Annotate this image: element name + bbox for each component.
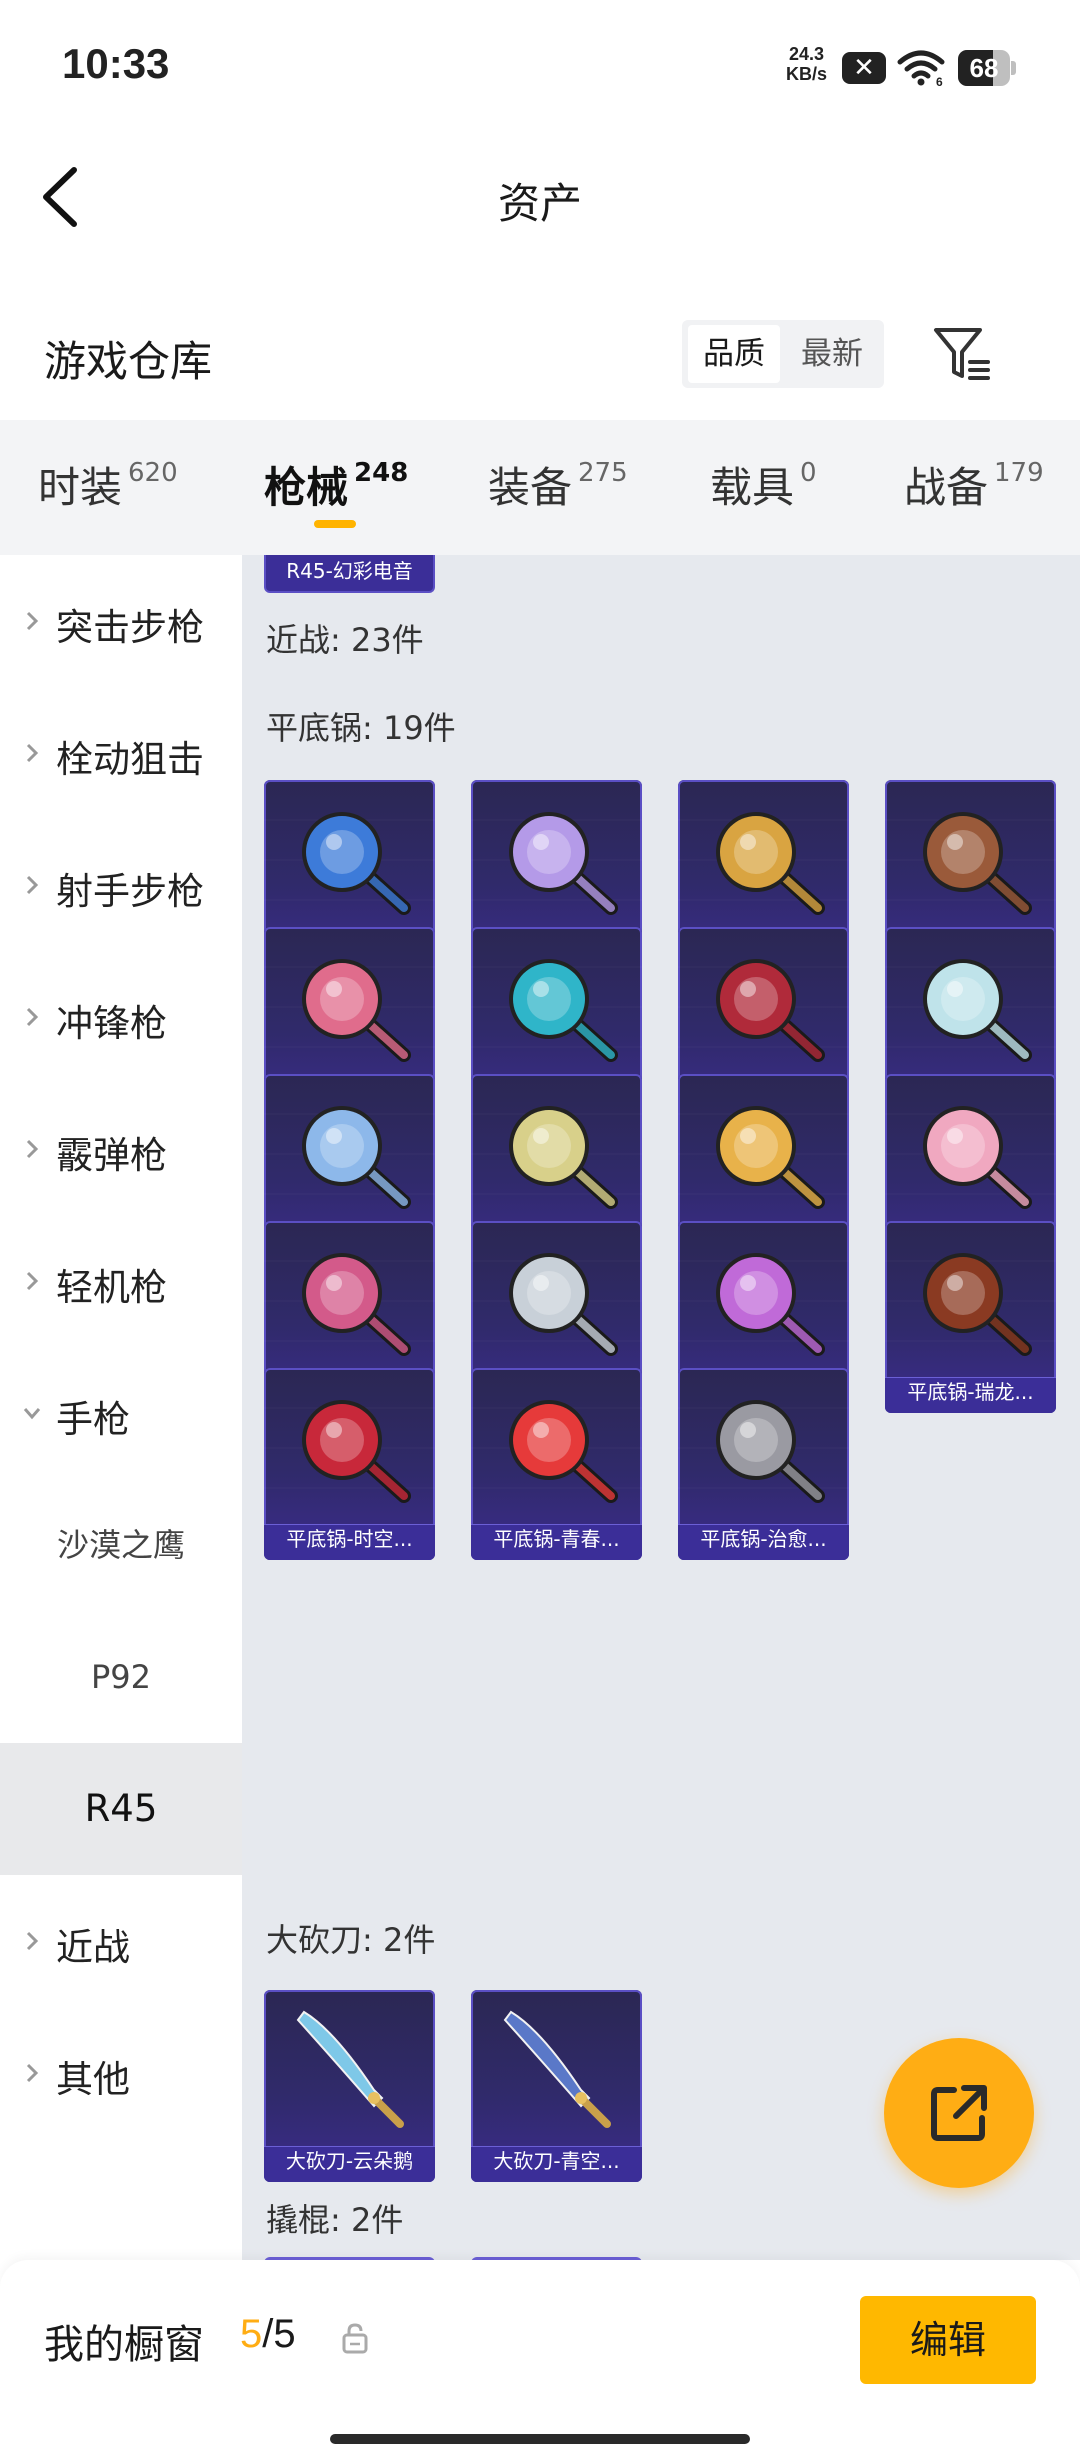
frying-pan-icon [471,1400,642,1503]
lock-icon [342,2323,368,2354]
sidebar-item-bolt-sniper[interactable]: 栓动狙击 [0,687,242,819]
chevron-right-icon [26,611,39,631]
battery-level: 68 [969,53,999,83]
category-header-crowbar: 撬棍: 2件 [266,2201,404,2239]
frying-pan-icon [264,1106,435,1209]
tab-supplies[interactable]: 战备 179 [904,454,1044,514]
status-time: 10:33 [62,40,170,87]
chevron-right-icon [26,875,39,895]
page-title: 资产 [497,179,582,228]
sidebar-subitem-desert-eagle[interactable]: 沙漠之鹰 [0,1479,242,1611]
edit-button[interactable]: 编辑 [860,2296,1036,2384]
chevron-right-icon [26,2063,39,2083]
network-speed-unit: KB/s [786,64,828,84]
showcase-label: 我的橱窗 [44,2322,204,2368]
sidebar-item-other[interactable]: 其他 [0,2007,242,2139]
item-card-label: 平底锅-青春... [493,1527,620,1551]
frying-pan-icon [264,812,435,915]
sort-newest-button[interactable]: 最新 [786,325,878,383]
frying-pan-icon [678,1400,849,1503]
item-card-label: 平底锅-时空... [286,1527,413,1551]
item-card-pan[interactable]: 平底锅-瑞龙... [885,1221,1056,1413]
sidebar-subitem-r45[interactable]: R45 [0,1743,242,1875]
frying-pan-icon [885,1253,1056,1356]
frying-pan-icon [678,812,849,915]
svg-text:6: 6 [936,75,943,88]
wifi-icon: 6 [897,50,945,88]
battery-icon: 68 [958,50,1016,86]
tab-fashion[interactable]: 时装 620 [38,454,178,514]
bottom-bar: 我的橱窗 5/5 编辑 [0,2260,1080,2460]
sidebar-item-marksman-rifle[interactable]: 射手步枪 [0,819,242,951]
close-notification-icon: ✕ [842,52,886,84]
category-header-machete: 大砍刀: 2件 [266,1921,436,1959]
machete-icon [296,2010,404,2128]
category-header-pan: 平底锅: 19件 [266,709,456,747]
frying-pan-icon [885,812,1056,915]
item-card-pan[interactable]: 平底锅-青春... [471,1368,642,1560]
frying-pan-icon [471,812,642,915]
item-card-label: 平底锅-治愈... [700,1527,827,1551]
home-indicator[interactable] [330,2434,750,2444]
tab-vehicles[interactable]: 载具 0 [710,454,817,514]
frying-pan-icon [471,1106,642,1209]
chevron-right-icon [26,1931,39,1951]
frying-pan-icon [678,1253,849,1356]
item-card-pan[interactable]: 平底锅-治愈... [678,1368,849,1560]
frying-pan-icon [678,1106,849,1209]
active-tab-indicator [314,520,356,528]
frying-pan-icon [264,1253,435,1356]
sidebar-item-shotgun[interactable]: 霰弹枪 [0,1083,242,1215]
frying-pan-icon [678,959,849,1062]
item-card-label: 大砍刀-云朵鹅 [285,2149,414,2173]
sort-toggle: 品质 最新 [682,320,884,388]
tab-guns[interactable]: 枪械 248 [264,454,408,514]
showcase-count: 5/5 [240,2312,296,2356]
chevron-down-icon [23,1408,41,1420]
chevron-right-icon [26,1271,39,1291]
network-speed-value: 24.3 [788,44,825,64]
item-grid-area: R45-幻彩电音 近战: 23件 平底锅: 19件 大砍刀: 2件 撬棍: 2件… [242,555,1080,2260]
sort-quality-button[interactable]: 品质 [688,325,780,383]
network-speed: 24.3 KB/s [786,44,827,84]
sidebar-item-melee[interactable]: 近战 [0,1875,242,2007]
section-title: 游戏仓库 [44,337,213,386]
machete-icon [503,2010,611,2128]
chevron-right-icon [26,1007,39,1027]
item-card-label: 大砍刀-青空... [493,2149,620,2173]
sidebar-subitem-p92[interactable]: P92 [0,1611,242,1743]
weapon-type-sidebar: 突击步枪 栓动狙击 射手步枪 冲锋枪 霰弹枪 轻机枪 手枪 沙漠之鹰 P92 R… [0,555,242,2260]
sidebar-item-lmg[interactable]: 轻机枪 [0,1215,242,1347]
frying-pan-icon [885,1106,1056,1209]
frying-pan-icon [264,1400,435,1503]
frying-pan-icon [471,959,642,1062]
item-card-label: 平底锅-瑞龙... [907,1380,1034,1404]
tab-equipment[interactable]: 装备 275 [488,454,628,514]
chevron-right-icon [26,1139,39,1159]
status-bar: 10:33 24.3 KB/s ✕ 6 68 [0,0,1080,130]
share-button[interactable] [884,2038,1034,2188]
frying-pan-icon [885,959,1056,1062]
frying-pan-icon [264,959,435,1062]
category-header-melee: 近战: 23件 [266,621,424,659]
sidebar-item-pistol[interactable]: 手枪 [0,1347,242,1479]
sidebar-item-smg[interactable]: 冲锋枪 [0,951,242,1083]
share-icon [931,2085,987,2141]
item-card-machete[interactable]: 大砍刀-云朵鹅 [264,1990,435,2182]
category-tabs: 时装 620 枪械 248 装备 275 载具 0 战备 179 [0,420,1080,555]
item-card-partial[interactable]: R45-幻彩电音 [264,555,435,593]
sidebar-item-assault-rifle[interactable]: 突击步枪 [0,555,242,687]
frying-pan-icon [471,1253,642,1356]
chevron-right-icon [26,743,39,763]
item-card-pan[interactable]: 平底锅-时空... [264,1368,435,1560]
item-card-machete[interactable]: 大砍刀-青空... [471,1990,642,2182]
filter-icon[interactable] [930,322,994,386]
